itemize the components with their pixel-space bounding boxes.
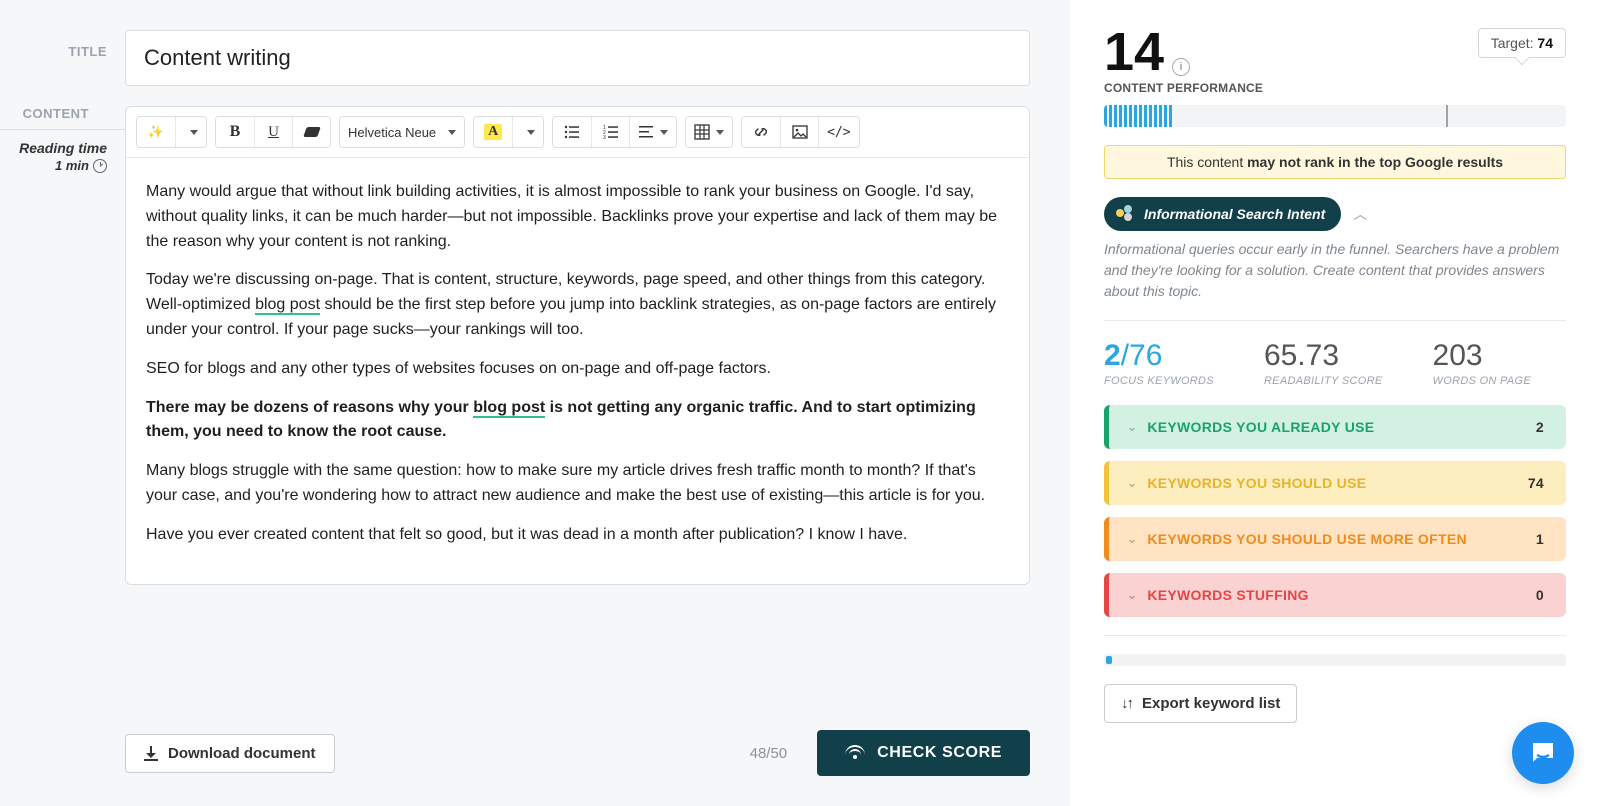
chat-icon (1528, 738, 1558, 768)
svg-text:3: 3 (603, 135, 606, 140)
chevron-down-icon: ⌄ (1127, 532, 1137, 546)
intent-collapse[interactable]: ︿ (1353, 204, 1367, 224)
card-keywords-use-more[interactable]: ⌄KEYWORDS YOU SHOULD USE MORE OFTEN 1 (1104, 517, 1566, 561)
mini-progress-bar (1104, 654, 1566, 666)
words-on-page: 203 (1433, 339, 1531, 373)
font-select[interactable]: Helvetica Neue (340, 117, 464, 147)
table-button[interactable] (686, 117, 732, 147)
words-label: WORDS ON PAGE (1433, 375, 1531, 387)
chevron-down-icon: ⌄ (1127, 588, 1137, 602)
highlight-caret[interactable] (512, 117, 543, 147)
toolbar: ✨ B U Helvetica Neue A (126, 107, 1029, 158)
target-badge: Target: 74 (1478, 28, 1566, 58)
highlight-button[interactable]: A (474, 117, 512, 147)
download-label: Download document (168, 745, 316, 762)
performance-score: 14 (1104, 28, 1164, 77)
intent-description: Informational queries occur early in the… (1104, 239, 1566, 302)
reading-time-value: 1 min (55, 158, 89, 173)
divider (1104, 320, 1566, 321)
image-button[interactable] (780, 117, 818, 147)
export-keyword-list-button[interactable]: ↓↑ Export keyword list (1104, 684, 1297, 723)
eraser-button[interactable] (292, 117, 330, 147)
performance-bar (1104, 105, 1566, 127)
underline-button[interactable]: U (254, 117, 292, 147)
paragraph: Many would argue that without link build… (146, 180, 1009, 254)
score-icon (845, 745, 865, 761)
info-icon[interactable]: i (1172, 58, 1190, 76)
search-intent-pill[interactable]: Informational Search Intent (1104, 197, 1341, 231)
download-button[interactable]: Download document (125, 734, 335, 773)
content-label: CONTENT (0, 106, 107, 121)
download-icon (144, 746, 158, 760)
paragraph: Today we're discussing on-page. That is … (146, 268, 1009, 342)
stats-row: 2/76 FOCUS KEYWORDS 65.73 READABILITY SC… (1104, 339, 1566, 387)
focus-keywords-have: 2 (1104, 339, 1121, 372)
title-input[interactable] (125, 30, 1030, 86)
card-keywords-already-use[interactable]: ⌄KEYWORDS YOU ALREADY USE 2 (1104, 405, 1566, 449)
code-button[interactable]: </> (818, 117, 858, 147)
ranking-alert: This content may not rank in the top Goo… (1104, 145, 1566, 179)
chevron-down-icon: ⌄ (1127, 420, 1137, 434)
paragraph: SEO for blogs and any other types of web… (146, 357, 1009, 382)
editor: ✨ B U Helvetica Neue A (125, 106, 1030, 585)
numbered-list-button[interactable]: 123 (591, 117, 629, 147)
link-button[interactable] (742, 117, 780, 147)
check-score-button[interactable]: CHECK SCORE (817, 730, 1030, 776)
chat-fab[interactable] (1512, 722, 1574, 784)
performance-label: CONTENT PERFORMANCE (1104, 81, 1263, 95)
chevron-down-icon: ⌄ (1127, 476, 1137, 490)
bullet-list-button[interactable] (553, 117, 591, 147)
card-keywords-stuffing[interactable]: ⌄KEYWORDS STUFFING 0 (1104, 573, 1566, 617)
editor-body[interactable]: Many would argue that without link build… (126, 158, 1029, 584)
focus-keywords-label: FOCUS KEYWORDS (1104, 375, 1214, 387)
paragraph: Have you ever created content that felt … (146, 523, 1009, 548)
readability-score: 65.73 (1264, 339, 1383, 373)
readability-label: READABILITY SCORE (1264, 375, 1383, 387)
sort-icon: ↓↑ (1121, 695, 1132, 712)
font-name: Helvetica Neue (348, 125, 436, 140)
clock-icon (93, 159, 107, 173)
card-keywords-should-use[interactable]: ⌄KEYWORDS YOU SHOULD USE 74 (1104, 461, 1566, 505)
magic-wand-button[interactable]: ✨ (137, 117, 175, 147)
title-label: TITLE (0, 30, 125, 59)
magic-wand-caret[interactable] (175, 117, 206, 147)
reading-time-label: Reading time (19, 140, 107, 156)
focus-keywords-total: /76 (1121, 339, 1163, 372)
paragraph: Many blogs struggle with the same questi… (146, 459, 1009, 509)
intent-icon (1114, 203, 1136, 225)
bold-button[interactable]: B (216, 117, 254, 147)
character-counter: 48/50 (750, 745, 788, 762)
align-button[interactable] (629, 117, 676, 147)
paragraph-bold: There may be dozens of reasons why your … (146, 396, 1009, 446)
divider (1104, 635, 1566, 636)
keyword-highlight: blog post (473, 399, 545, 418)
keyword-highlight: blog post (255, 296, 320, 315)
